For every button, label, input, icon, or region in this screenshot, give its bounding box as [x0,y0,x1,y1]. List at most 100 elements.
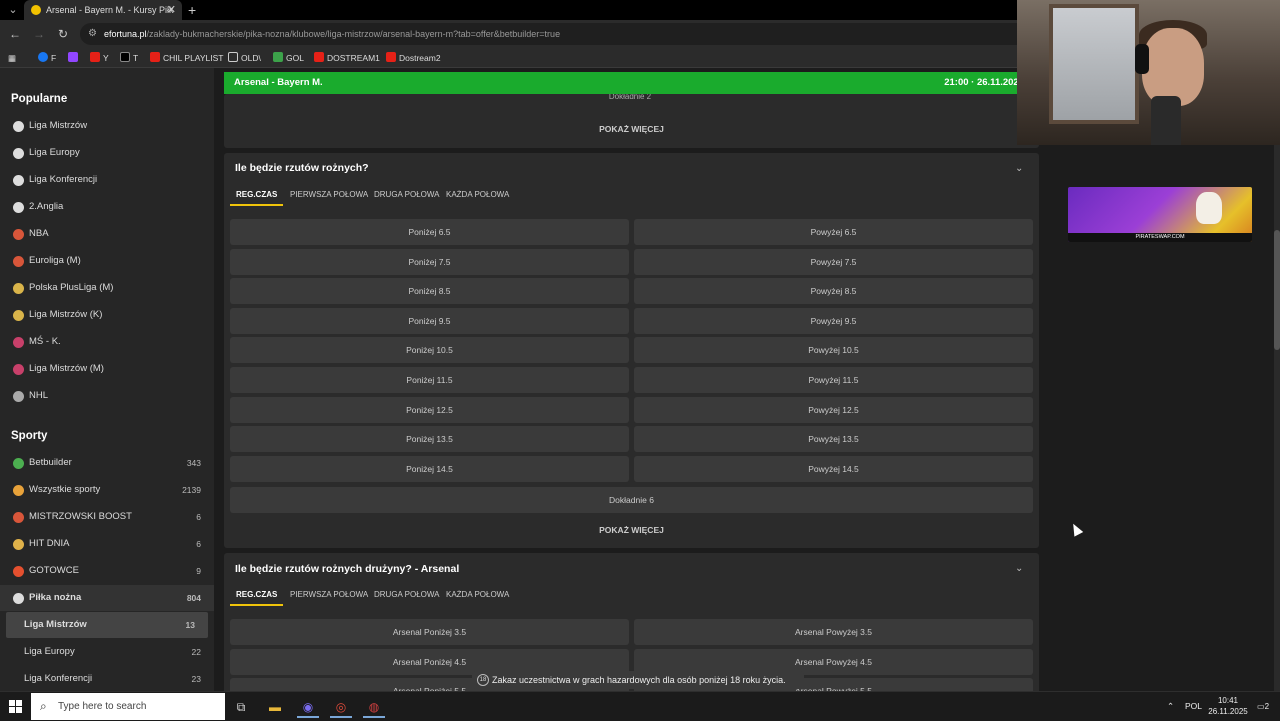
odd-button-under[interactable]: Poniżej 13.5 [230,426,629,453]
scrollbar-thumb[interactable] [1274,230,1280,350]
odd-button-over[interactable]: Powyżej 12.5 [634,396,1033,423]
soccer-ball-icon [13,121,24,132]
bookmark-dostream1[interactable]: DOSTREAM1 [314,48,380,68]
back-arrow-icon[interactable]: ← [6,25,24,43]
bookmark-chil-playlist[interactable]: CHIL PLAYLIST [150,48,223,68]
sidebar-item[interactable]: Liga Mistrzów 13 [6,612,208,638]
odd-button-over[interactable]: Powyżej 9.5 [634,307,1033,334]
page-scrollbar[interactable] [1274,145,1280,691]
odd-button-over[interactable]: Powyżej 10.5 [634,337,1033,364]
tab-period[interactable]: DRUGA POŁOWA [374,584,440,606]
facebook-icon [38,52,48,62]
odd-button-under[interactable]: Poniżej 7.5 [230,248,629,275]
bookmark-folder-old[interactable]: OLD\ [228,48,261,68]
sidebar-item-label: Liga Konferencji [24,673,93,684]
tab-period[interactable]: KAŻDA POŁOWA [446,184,509,206]
bookmark-youtube[interactable]: Y [90,48,109,68]
tab-period[interactable]: DRUGA POŁOWA [374,184,440,206]
sidebar-item[interactable]: Liga Europy [0,140,214,166]
taskbar-clock[interactable]: 10:41 26.11.2025 [1200,695,1256,717]
sidebar-item[interactable]: Betbuilder 343 [0,450,214,476]
odd-button-exact[interactable]: Dokładnie 6 [230,487,1033,513]
discord-icon[interactable]: ◉ [297,696,319,718]
folder-icon [228,52,238,62]
tray-chevron-up-icon[interactable]: ⌃ [1167,692,1174,721]
sidebar-item[interactable]: MISTRZOWSKI BOOST 6 [0,504,214,530]
sidebar-item-label: Piłka nożna [29,592,82,603]
odd-button-under[interactable]: Arsenal Poniżej 3.5 [230,619,629,645]
hockey-icon [13,391,24,402]
sidebar-item[interactable]: Wszystkie sporty 2139 [0,477,214,503]
chevron-down-icon[interactable]: ⌄ [1015,563,1027,575]
sidebar-item[interactable]: Liga Europy 22 [0,639,214,665]
tab-period[interactable]: REG.CZAS [230,184,284,206]
sidebar-item[interactable]: NHL [0,383,214,409]
streamer-webcam-overlay [1017,0,1280,145]
tab-search-chevron-icon[interactable]: ⌄ [4,2,22,18]
odd-button-over[interactable]: Powyżej 7.5 [634,248,1033,275]
odd-button-over[interactable]: Powyżej 11.5 [634,367,1033,393]
odd-button-over[interactable]: Powyżej 13.5 [634,426,1033,453]
pirateswap-ad-banner[interactable]: PIRATESWAP.COM [1068,187,1252,242]
windows-start-icon[interactable] [9,700,22,713]
sidebar-item[interactable]: Liga Konferencji 23 [0,666,214,691]
soccer-ball-icon [13,593,24,604]
bookmark-x[interactable]: T [120,48,138,68]
task-view-icon[interactable]: ⧉ [230,696,252,718]
sidebar-item-count: 13 [185,620,195,630]
ad-caption: PIRATESWAP.COM [1068,233,1252,242]
sidebar-item-label: NHL [29,390,49,401]
sidebar-item[interactable]: Liga Mistrzów (M) [0,356,214,382]
gol-icon [273,52,283,62]
tab-period[interactable]: REG.CZAS [230,584,284,606]
odd-button-under[interactable]: Poniżej 12.5 [230,396,629,423]
bookmark-dostream2[interactable]: Dostream2 [386,48,441,68]
show-more-button[interactable]: POKAŻ WIĘCEJ [224,119,1039,139]
odd-button-under[interactable]: Poniżej 14.5 [230,455,629,482]
odd-button-over[interactable]: Powyżej 6.5 [634,219,1033,245]
partial-odd-label[interactable]: Dokładnie 2 [230,94,1030,104]
site-info-icon[interactable]: ⚙ [88,23,97,45]
bookmark-facebook[interactable]: F [38,48,56,68]
sidebar-item[interactable]: GOTOWCE 9 [0,558,214,584]
basketball-icon [13,229,24,240]
sidebar-item[interactable]: Polska PlusLiga (M) [0,275,214,301]
odd-button-under[interactable]: Poniżej 6.5 [230,219,629,245]
obs-icon[interactable]: ◍ [363,696,385,718]
chevron-down-icon[interactable]: ⌄ [1015,163,1027,175]
bookmark-gol[interactable]: GOL [273,48,304,68]
browser-tab[interactable]: Arsenal - Bayern M. - Kursy Piłk ✕ [24,0,182,20]
tab-period[interactable]: PIERWSZA POŁOWA [290,184,368,206]
close-tab-icon[interactable]: ✕ [167,0,176,20]
odd-button-under[interactable]: Poniżej 9.5 [230,307,629,334]
sidebar-item[interactable]: Liga Mistrzów [0,113,214,139]
sidebar-item[interactable]: Liga Mistrzów (K) [0,302,214,328]
sidebar-item[interactable]: NBA [0,221,214,247]
sidebar-item[interactable]: Piłka nożna 804 [0,585,214,611]
sidebar-item[interactable]: Euroliga (M) [0,248,214,274]
bookmark-twitch[interactable] [68,48,81,68]
tab-period[interactable]: KAŻDA POŁOWA [446,584,509,606]
odd-button-over[interactable]: Powyżej 14.5 [634,455,1033,482]
taskbar-search-input[interactable]: ⌕ Type here to search [31,693,225,720]
odd-button-under[interactable]: Poniżej 10.5 [230,337,629,364]
new-tab-icon[interactable]: + [188,0,196,20]
tab-period[interactable]: PIERWSZA POŁOWA [290,584,368,606]
boost-icon [13,512,24,523]
odd-button-over[interactable]: Powyżej 8.5 [634,278,1033,305]
sidebar-item[interactable]: HIT DNIA 6 [0,531,214,557]
show-more-button[interactable]: POKAŻ WIĘCEJ [224,520,1039,540]
sidebar-item[interactable]: Liga Konferencji [0,167,214,193]
chrome-icon[interactable]: ◎ [330,696,352,718]
forward-arrow-icon[interactable]: → [30,25,48,43]
odd-button-under[interactable]: Poniżej 8.5 [230,278,629,305]
odd-button-over[interactable]: Arsenal Powyżej 3.5 [634,619,1033,645]
sidebar-item[interactable]: 2.Anglia [0,194,214,220]
popular-heading: Popularne [11,93,68,105]
reload-icon[interactable]: ↻ [54,25,72,43]
file-explorer-icon[interactable]: ▬ [264,696,286,718]
sidebar-item[interactable]: MŚ - K. [0,329,214,355]
odd-button-under[interactable]: Poniżej 11.5 [230,367,629,393]
apps-grid-icon[interactable]: ▦ [8,48,16,68]
notifications-icon[interactable]: ▭2 [1257,692,1269,721]
